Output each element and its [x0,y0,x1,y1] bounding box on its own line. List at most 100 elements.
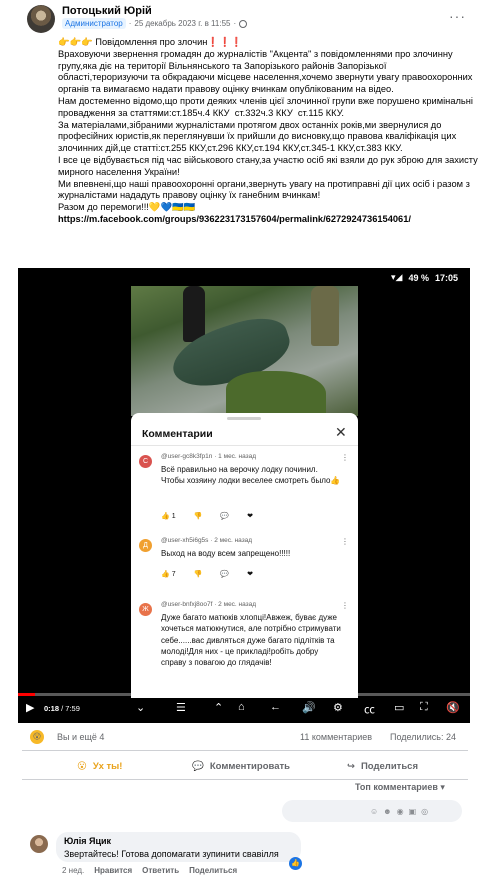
post-timestamp[interactable]: 25 декабрь 2023 г. в 11:55 [134,19,230,28]
comment-label: Комментировать [209,760,290,772]
react-button[interactable]: 😮 Ух ты! [77,755,122,777]
play-icon[interactable]: ▶ [26,701,34,714]
duration: 7:59 [65,704,80,713]
post-meta: Администратор · 25 декабрь 2023 г. в 11:… [62,18,248,29]
commenter-avatar[interactable] [30,835,48,853]
camera-icon[interactable]: ◉ [397,807,404,816]
progress-bar[interactable] [18,693,470,696]
commenter-avatar[interactable]: Д [139,539,152,552]
current-time: 0:18 [44,704,60,713]
post-paragraph: Ми впевнені,що наші правоохоронні органи… [58,178,473,201]
home-icon[interactable]: ⌂ [238,701,245,713]
gif-icon[interactable]: ▣ [409,807,417,816]
comment-button[interactable]: 💬 Комментировать [192,755,290,777]
close-icon[interactable]: ✕ [335,425,347,439]
post-action-bar: 😮 Ух ты! 💬 Комментировать ↪ Поделиться [22,755,468,777]
commenter-avatar[interactable]: Ж [139,603,152,616]
person-figure [183,286,205,342]
sticker-icon[interactable]: ☺ [370,807,378,816]
comment-text: Всё правильно на верочку лодку починил. … [161,465,341,486]
share-icon: ↪ [347,760,355,772]
thumb-down-icon: 👎 [193,571,203,578]
video-controls: ▶ 0:18 / 7:59 ⌄ ☰ ⌃ ⌂ ← 🔊 ⚙ ㏄ ▭ ⛶ 🔇 [18,693,470,723]
comment-time[interactable]: 2 нед. [62,866,84,875]
globe-icon [239,19,248,28]
post-stats: 😮 Вы и ещё 4 11 комментариев Поделились:… [30,730,460,744]
comment-text: Дуже багато матюків хлопці!Авжеж, буває … [161,613,341,668]
captions-icon[interactable]: ㏄ [364,701,375,717]
more-vert-icon[interactable]: ⋮ [341,537,349,546]
like-count: 7 [171,570,176,578]
comment-share-link[interactable]: Поделиться [189,866,237,875]
back-arrow-icon[interactable]: ← [270,701,281,713]
sticker-alt-icon[interactable]: ◎ [421,807,428,816]
creator-heart-button[interactable]: ❤ [247,512,253,520]
divider [131,445,358,446]
pip-icon[interactable]: ▭ [394,701,404,714]
chevron-down-icon[interactable]: ⌄ [136,701,145,714]
dislike-button[interactable]: 👎 [194,512,203,520]
reply-icon: 💬 [220,513,230,520]
reply-button[interactable]: 💬 [220,512,229,520]
author-avatar[interactable] [27,5,55,33]
post-paragraph: За матеріалами,зібраними журналістами пр… [58,119,459,154]
creator-heart-button[interactable]: ❤ [247,570,253,578]
heart-icon: ❤ [247,571,253,578]
comment-text: Звертайтесь! Готова допомагати зупинити … [64,849,279,859]
phone-status-bar: ▾◢ 49 % 17:05 [391,272,458,283]
fullscreen-icon[interactable]: ⛶ [420,701,428,714]
comment-text: Выход на воду всем запрещено!!!!! [161,549,291,558]
video-player[interactable]: ▾◢ 49 % 17:05 Комментарии ✕ С @user-gc8k… [18,268,470,723]
phone-clock: 17:05 [434,272,458,283]
chevron-up-icon[interactable]: ⌃ [214,701,223,714]
comment-like-link[interactable]: Нравится [94,866,132,875]
more-vert-icon[interactable]: ⋮ [341,601,349,610]
divider [22,750,468,751]
react-label: Ух ты! [92,760,123,772]
dot-separator: · [128,19,132,28]
share-button[interactable]: ↪ Поделиться [347,755,418,777]
shares-count[interactable]: Поделились: 24 [390,732,456,742]
comment-sort-dropdown[interactable]: Топ комментариев ▾ [355,782,445,793]
comments-count[interactable]: 11 комментариев [300,732,372,742]
like-button[interactable]: 👍 1 [161,512,176,521]
drag-handle[interactable] [227,417,261,420]
thumb-up-icon: 👍 [161,513,170,520]
volume-icon[interactable]: 🔊 [302,701,316,714]
thumb-up-icon: 👍 [161,571,170,578]
dislike-button[interactable]: 👎 [194,570,203,578]
wow-reaction-icon[interactable]: 😮 [30,730,44,744]
battery-level: 49 % [408,272,429,283]
post-link[interactable]: https://m.facebook.com/groups/9362231731… [58,214,478,226]
more-options-button[interactable]: ··· [449,8,466,24]
emoji-icon[interactable]: ☻ [383,807,391,816]
time-display: 0:18 / 7:59 [44,704,80,713]
divider [22,779,468,780]
post-paragraph: Враховуючи звернення громадян до журналі… [58,48,476,95]
comment-meta: @user-xh5i6g5s · 2 мес. назад [161,537,253,544]
author-name[interactable]: Потоцький Юрій [62,5,152,17]
settings-gear-icon[interactable]: ⚙ [333,701,343,714]
video-frame-image [131,286,358,416]
comment-actions: 👍 1 👎 💬 ❤ [161,512,253,521]
comment-meta: @user-bnfxj8oo7f · 2 мес. назад [161,601,257,608]
wow-icon: 😮 [77,760,87,772]
progress-fill [18,693,36,696]
post-body: 👉👉👉 Повідомлення про злочин❗❗❗ Враховуюч… [58,37,478,226]
reactions-summary[interactable]: Вы и ещё 4 [57,732,104,742]
chevron-down-icon: ▾ [440,782,445,792]
like-count: 1 [171,512,176,520]
heart-icon: ❤ [247,513,253,520]
list-icon[interactable]: ☰ [176,701,186,714]
post-paragraph: 👉👉👉 Повідомлення про злочин❗❗❗ [58,37,243,47]
like-badge-icon[interactable]: 👍 [289,857,302,870]
mute-icon[interactable]: 🔇 [446,701,460,714]
role-badge: Администратор [62,18,126,29]
comment-meta: @user-gc8k3fp1n · 1 мес. назад [161,453,257,460]
like-button[interactable]: 👍 7 [161,570,176,579]
comment-reply-link[interactable]: Ответить [142,866,179,875]
commenter-name[interactable]: Юлія Яцик [64,836,111,846]
commenter-avatar[interactable]: С [139,455,152,468]
reply-button[interactable]: 💬 [220,570,229,578]
more-vert-icon[interactable]: ⋮ [341,453,349,462]
